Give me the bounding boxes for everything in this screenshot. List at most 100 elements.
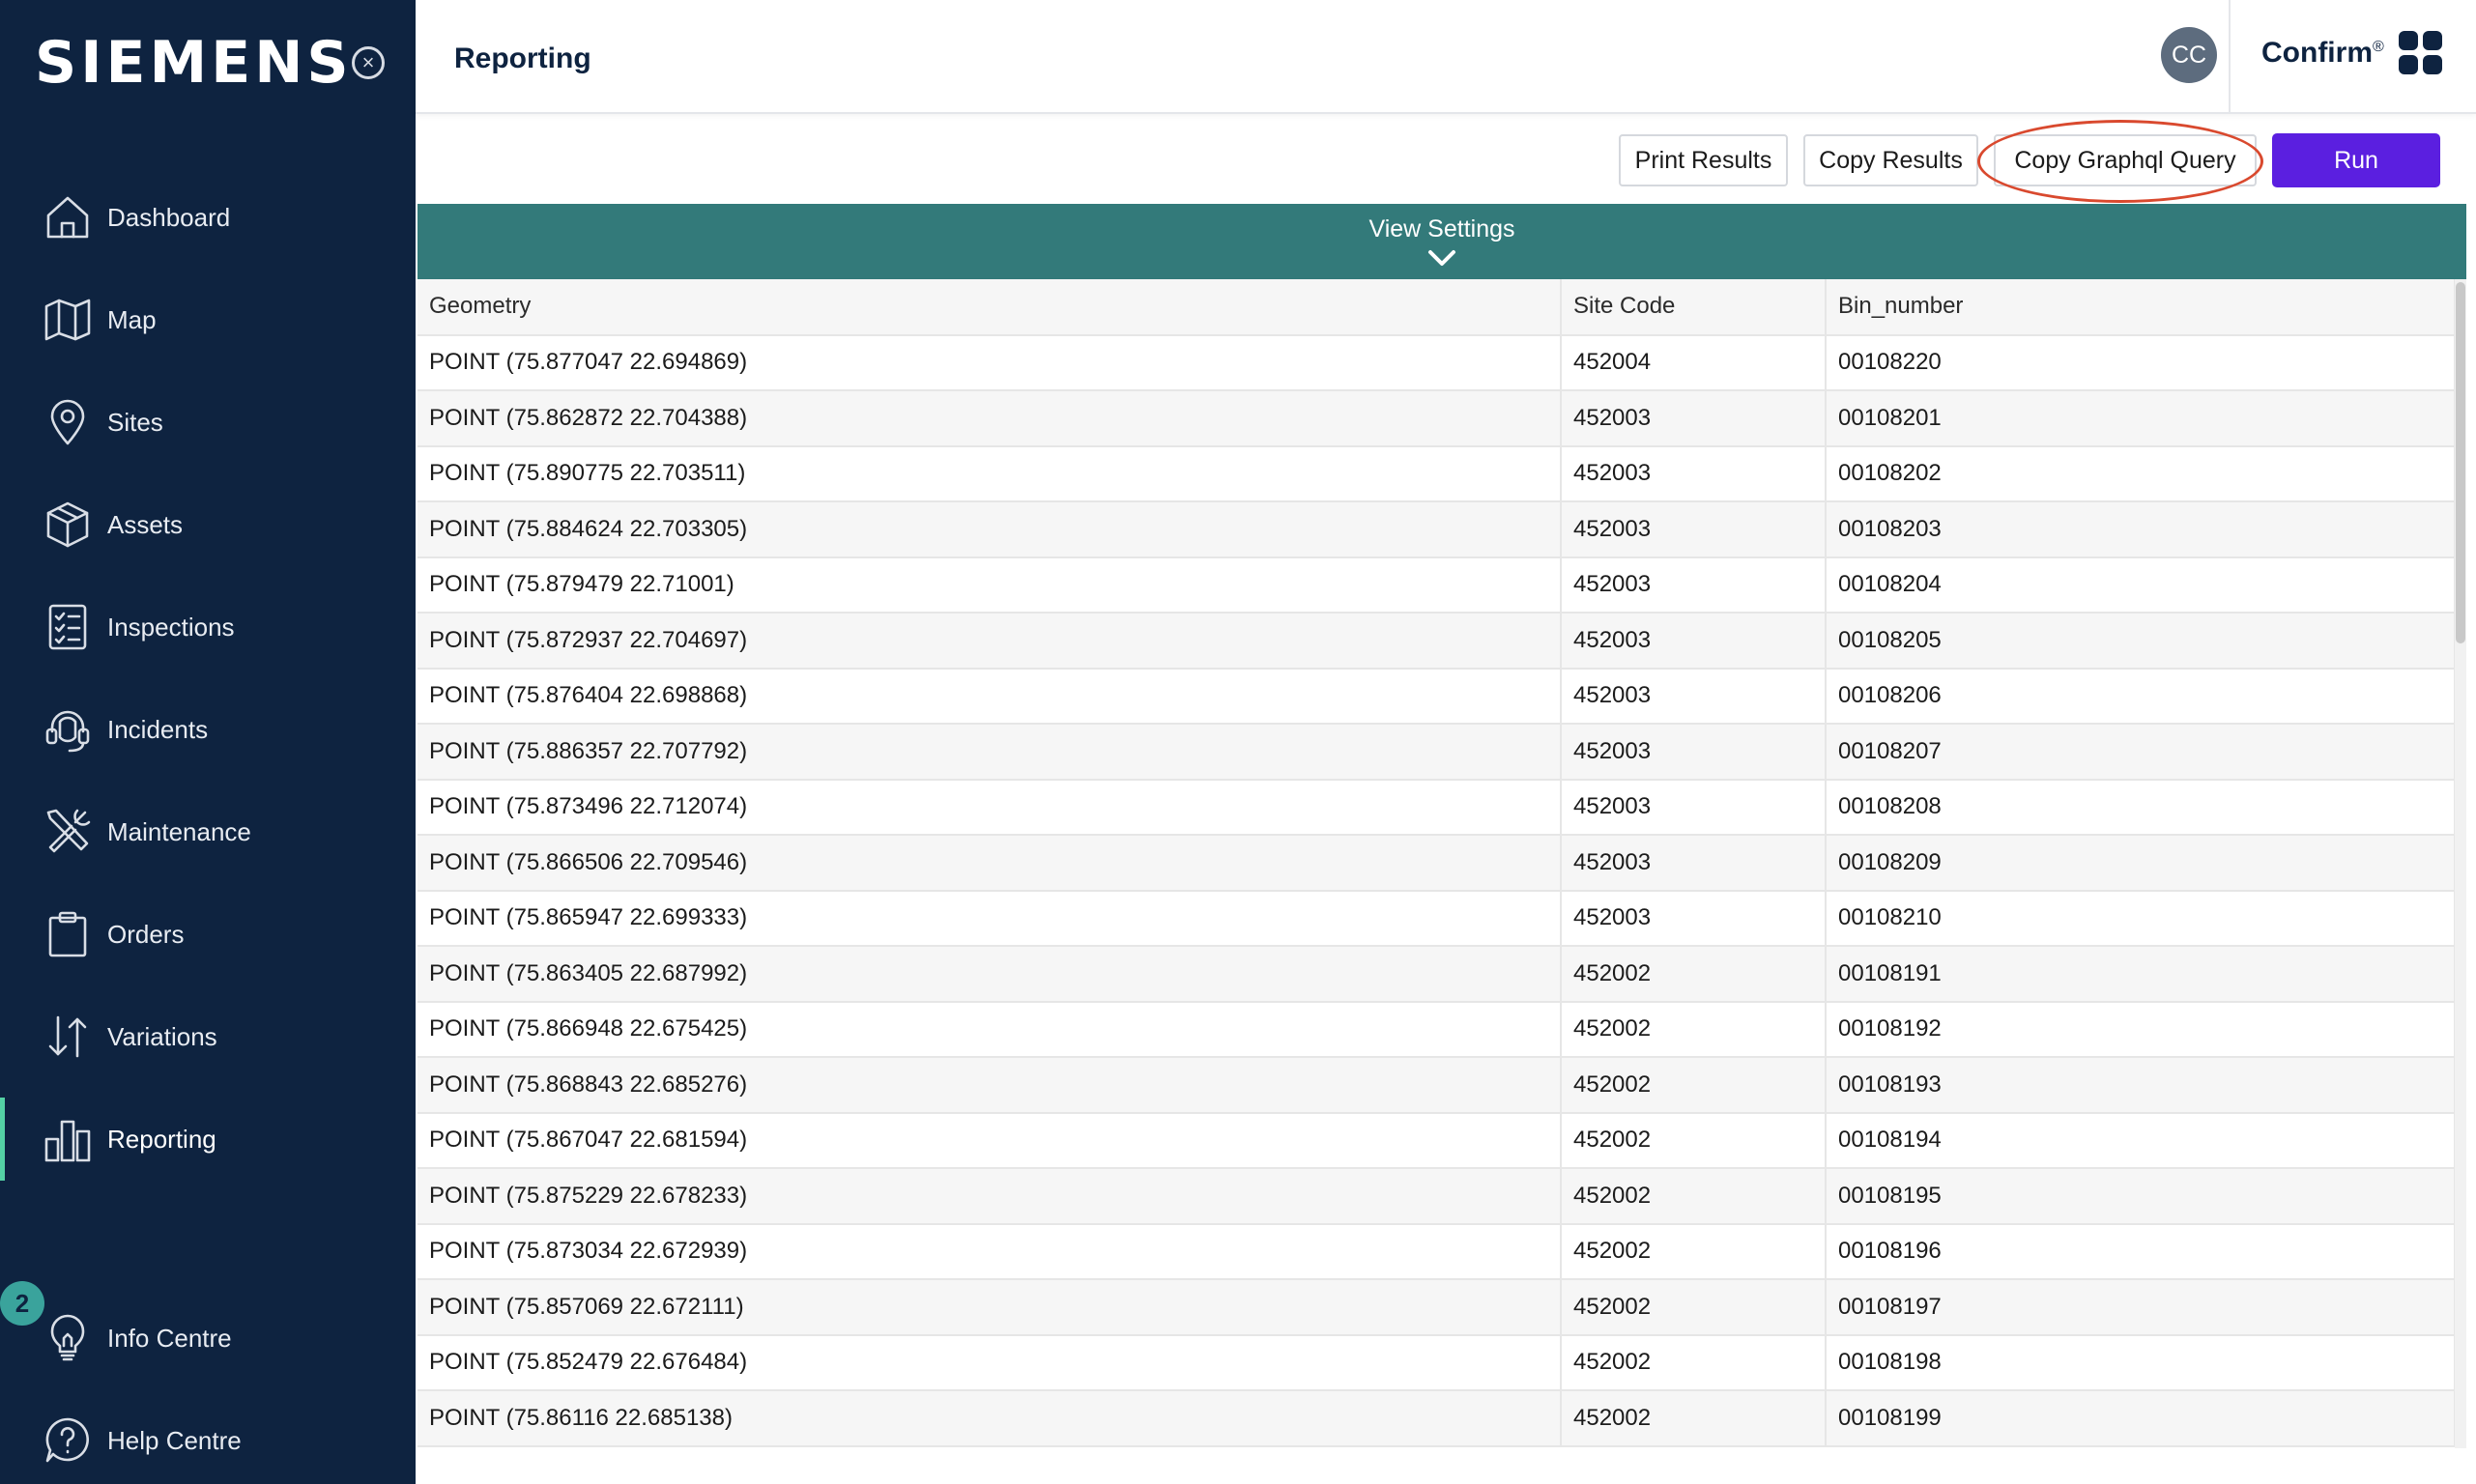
cell-bin-number: 00108193 (1826, 1057, 2455, 1114)
cell-bin-number: 00108197 (1826, 1279, 2455, 1336)
table-body: POINT (75.877047 22.694869) 452004 0010822… (417, 334, 2455, 1447)
table-row[interactable]: POINT (75.872937 22.704697) 452003 0010820… (417, 613, 2455, 670)
cell-site-code: 452002 (1561, 946, 1827, 1003)
cell-bin-number: 00108205 (1826, 613, 2455, 670)
cell-geometry: POINT (75.886357 22.707792) (417, 724, 1562, 781)
cell-geometry: POINT (75.877047 22.694869) (417, 334, 1562, 391)
table-row[interactable]: POINT (75.867047 22.681594) 452002 0010819… (417, 1112, 2455, 1169)
cell-geometry: POINT (75.879479 22.71001) (417, 556, 1562, 614)
table-row[interactable]: POINT (75.866948 22.675425) 452002 0010819… (417, 1001, 2455, 1058)
table-row[interactable]: POINT (75.873034 22.672939) 452002 0010819… (417, 1223, 2455, 1280)
cell-site-code: 452002 (1561, 1168, 1827, 1225)
column-header-site-code[interactable]: Site Code (1561, 279, 1827, 336)
table-row[interactable]: POINT (75.890775 22.703511) 452003 0010820… (417, 445, 2455, 502)
run-button[interactable]: Run (2272, 133, 2440, 187)
clipboard-icon (43, 909, 93, 959)
sidebar-item-label: Info Centre (107, 1323, 232, 1353)
table-row[interactable]: POINT (75.862872 22.704388) 452003 0010820… (417, 390, 2455, 447)
column-header-geometry[interactable]: Geometry (417, 279, 1562, 336)
sidebar-item-info-centre[interactable]: Info Centre (0, 1287, 416, 1389)
sidebar-item-incidents[interactable]: Incidents (0, 678, 416, 781)
sidebar-item-variations[interactable]: Variations (0, 985, 416, 1088)
user-avatar[interactable]: CC (2161, 27, 2217, 83)
column-header-bin-number[interactable]: Bin_number (1826, 279, 2455, 336)
sidebar-item-map[interactable]: Map (0, 269, 416, 371)
table-row[interactable]: POINT (75.852479 22.676484) 452002 0010819… (417, 1334, 2455, 1391)
cell-site-code: 452002 (1561, 1057, 1827, 1114)
cell-bin-number: 00108207 (1826, 724, 2455, 781)
cell-site-code: 452002 (1561, 1390, 1827, 1447)
question-bubble-icon (43, 1415, 93, 1466)
cell-bin-number: 00108202 (1826, 445, 2455, 502)
cell-bin-number: 00108209 (1826, 835, 2455, 892)
table-row[interactable]: POINT (75.879479 22.71001) 452003 00108204 (417, 556, 2455, 614)
sidebar-item-inspections[interactable]: Inspections (0, 576, 416, 678)
bar-chart-icon (43, 1114, 93, 1164)
sidebar-item-label: Inspections (107, 612, 235, 642)
copy-results-button[interactable]: Copy Results (1803, 134, 1978, 186)
cell-bin-number: 00108204 (1826, 556, 2455, 614)
table-row[interactable]: POINT (75.877047 22.694869) 452004 0010822… (417, 334, 2455, 391)
sidebar-item-help-centre[interactable]: Help Centre (0, 1389, 416, 1484)
table-row[interactable]: POINT (75.886357 22.707792) 452003 0010820… (417, 724, 2455, 781)
table-row[interactable]: POINT (75.868843 22.685276) 452002 0010819… (417, 1057, 2455, 1114)
cell-site-code: 452003 (1561, 556, 1827, 614)
cell-site-code: 452002 (1561, 1334, 1827, 1391)
location-pin-icon (43, 397, 93, 447)
cell-bin-number: 00108196 (1826, 1223, 2455, 1280)
header-divider (2229, 0, 2231, 114)
table-row[interactable]: POINT (75.865947 22.699333) 452003 0010821… (417, 890, 2455, 947)
table-row[interactable]: POINT (75.884624 22.703305) 452003 0010820… (417, 501, 2455, 558)
cell-site-code: 452004 (1561, 334, 1827, 391)
lightbulb-icon (43, 1313, 93, 1363)
table-row[interactable]: POINT (75.876404 22.698868) 452003 0010820… (417, 668, 2455, 725)
table-row[interactable]: POINT (75.866506 22.709546) 452003 0010820… (417, 835, 2455, 892)
app-switcher-icon[interactable] (2399, 31, 2443, 75)
cell-bin-number: 00108192 (1826, 1001, 2455, 1058)
table-row[interactable]: POINT (75.875229 22.678233) 452002 0010819… (417, 1168, 2455, 1225)
cell-geometry: POINT (75.852479 22.676484) (417, 1334, 1562, 1391)
cell-geometry: POINT (75.875229 22.678233) (417, 1168, 1562, 1225)
cell-site-code: 452003 (1561, 779, 1827, 836)
cell-geometry: POINT (75.866506 22.709546) (417, 835, 1562, 892)
view-settings-label: View Settings (1368, 214, 1515, 243)
cell-geometry: POINT (75.876404 22.698868) (417, 668, 1562, 725)
cell-site-code: 452002 (1561, 1223, 1827, 1280)
cell-site-code: 452003 (1561, 445, 1827, 502)
print-results-button[interactable]: Print Results (1619, 134, 1788, 186)
table-row[interactable]: POINT (75.873496 22.712074) 452003 0010820… (417, 779, 2455, 836)
sidebar-item-assets[interactable]: Assets (0, 473, 416, 576)
sidebar-item-reporting[interactable]: Reporting (0, 1088, 416, 1190)
sidebar-item-orders[interactable]: Orders (0, 883, 416, 985)
scrollbar-thumb[interactable] (2456, 282, 2465, 643)
table-row[interactable]: POINT (75.857069 22.672111) 452002 0010819… (417, 1279, 2455, 1336)
sidebar-item-maintenance[interactable]: Maintenance (0, 781, 416, 883)
sidebar-item-label: Reporting (107, 1124, 216, 1154)
results-table-container: Geometry Site Code Bin_number POINT (75.… (417, 279, 2455, 1448)
cell-geometry: POINT (75.857069 22.672111) (417, 1279, 1562, 1336)
cell-geometry: POINT (75.865947 22.699333) (417, 890, 1562, 947)
cell-bin-number: 00108210 (1826, 890, 2455, 947)
table-row[interactable]: POINT (75.86116 22.685138) 452002 00108199 (417, 1390, 2455, 1447)
table-row[interactable]: POINT (75.863405 22.687992) 452002 0010819… (417, 946, 2455, 1003)
sidebar-item-dashboard[interactable]: Dashboard (0, 166, 416, 269)
sidebar-item-sites[interactable]: Sites (0, 371, 416, 473)
cell-bin-number: 00108208 (1826, 779, 2455, 836)
cell-bin-number: 00108220 (1826, 334, 2455, 391)
cell-geometry: POINT (75.866948 22.675425) (417, 1001, 1562, 1058)
cell-site-code: 452003 (1561, 668, 1827, 725)
checklist-icon (43, 602, 93, 652)
cell-geometry: POINT (75.86116 22.685138) (417, 1390, 1562, 1447)
copy-graphql-query-button[interactable]: Copy Graphql Query (1994, 134, 2257, 186)
page-title: Reporting (454, 43, 591, 74)
results-table: Geometry Site Code Bin_number POINT (75.… (417, 279, 2455, 1447)
cell-site-code: 452003 (1561, 724, 1827, 781)
product-logo: Confirm® (2261, 37, 2384, 70)
sidebar: SIEMENS × Dashboard Map Sites Assets Ins… (0, 0, 416, 1484)
cell-bin-number: 00108191 (1826, 946, 2455, 1003)
cell-bin-number: 00108194 (1826, 1112, 2455, 1169)
close-sidebar-icon[interactable]: × (352, 46, 385, 79)
cell-bin-number: 00108195 (1826, 1168, 2455, 1225)
view-settings-toggle[interactable]: View Settings (417, 204, 2466, 279)
chevron-down-icon (1428, 249, 1455, 266)
